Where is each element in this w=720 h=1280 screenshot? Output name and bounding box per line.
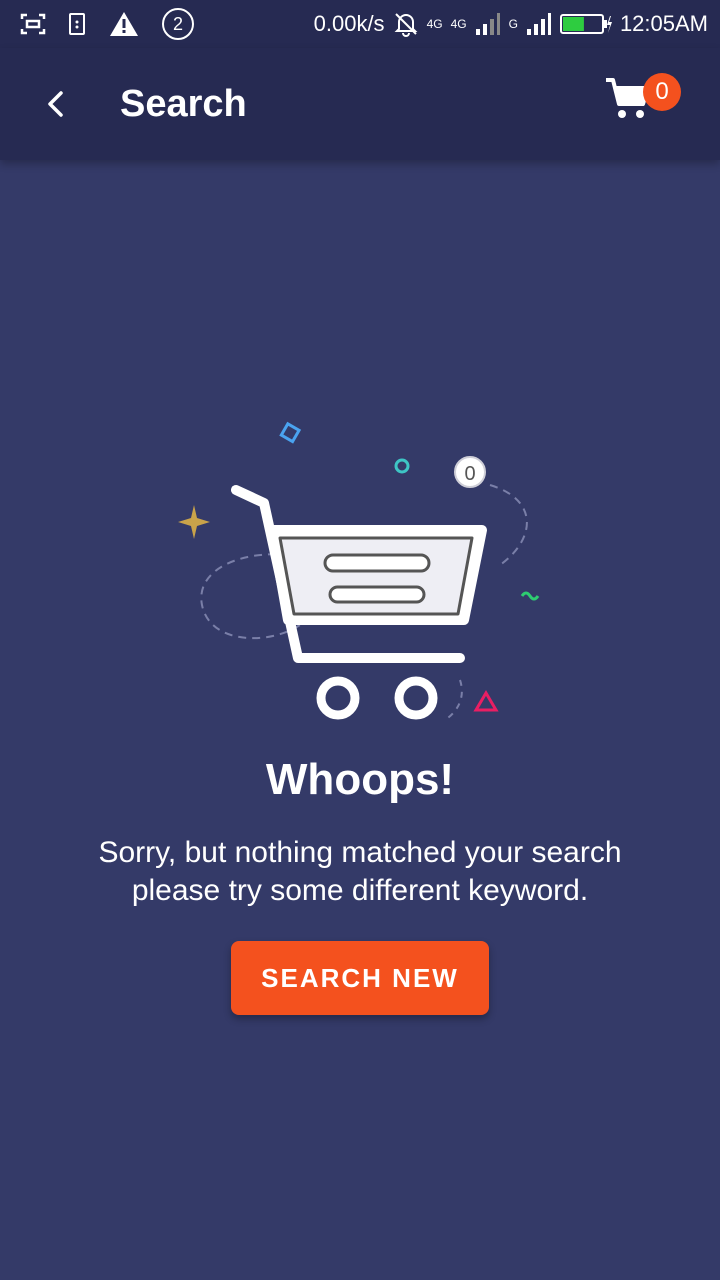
network-speed: 0.00k/s	[313, 11, 385, 36]
ring-icon	[394, 458, 410, 474]
search-new-button[interactable]: SEARCH NEW	[231, 941, 489, 1015]
back-button[interactable]	[28, 76, 84, 132]
network-type-2: 4G	[450, 17, 467, 31]
chevron-left-icon	[44, 90, 68, 118]
message-line-1: Sorry, but nothing matched your search	[98, 836, 622, 869]
squiggle-icon	[520, 591, 540, 601]
page-title: Search	[120, 83, 247, 125]
cart-count-badge: 0	[643, 73, 681, 111]
bell-off-icon	[393, 11, 419, 37]
triangle-icon	[473, 690, 499, 712]
coin-label: 0	[464, 463, 475, 485]
empty-cart-illustration: 0	[178, 421, 540, 721]
signal-icon-1	[475, 12, 501, 36]
sim-icon	[68, 12, 86, 36]
battery-icon	[559, 12, 612, 36]
status-bar: 2 0.00k/s 4G 4G G 12:05AM	[0, 0, 720, 48]
diamond-icon	[279, 421, 302, 444]
message-line-2: please try some different keyword.	[131, 874, 589, 907]
signal-icon-2	[526, 12, 552, 36]
network-type-1: 4G	[426, 17, 443, 31]
empty-state-message: Sorry, but nothing matched your search p…	[60, 834, 660, 910]
notification-count: 2	[172, 13, 183, 34]
network-type-3: G	[508, 17, 518, 31]
notification-count-icon: 2	[162, 8, 194, 40]
clock: 12:05AM	[619, 11, 708, 36]
screenshot-icon	[20, 12, 46, 36]
warning-icon	[108, 10, 140, 38]
empty-state-headline: Whoops!	[265, 755, 455, 804]
sparkle-icon	[178, 505, 210, 539]
cart-drawing	[231, 485, 487, 720]
